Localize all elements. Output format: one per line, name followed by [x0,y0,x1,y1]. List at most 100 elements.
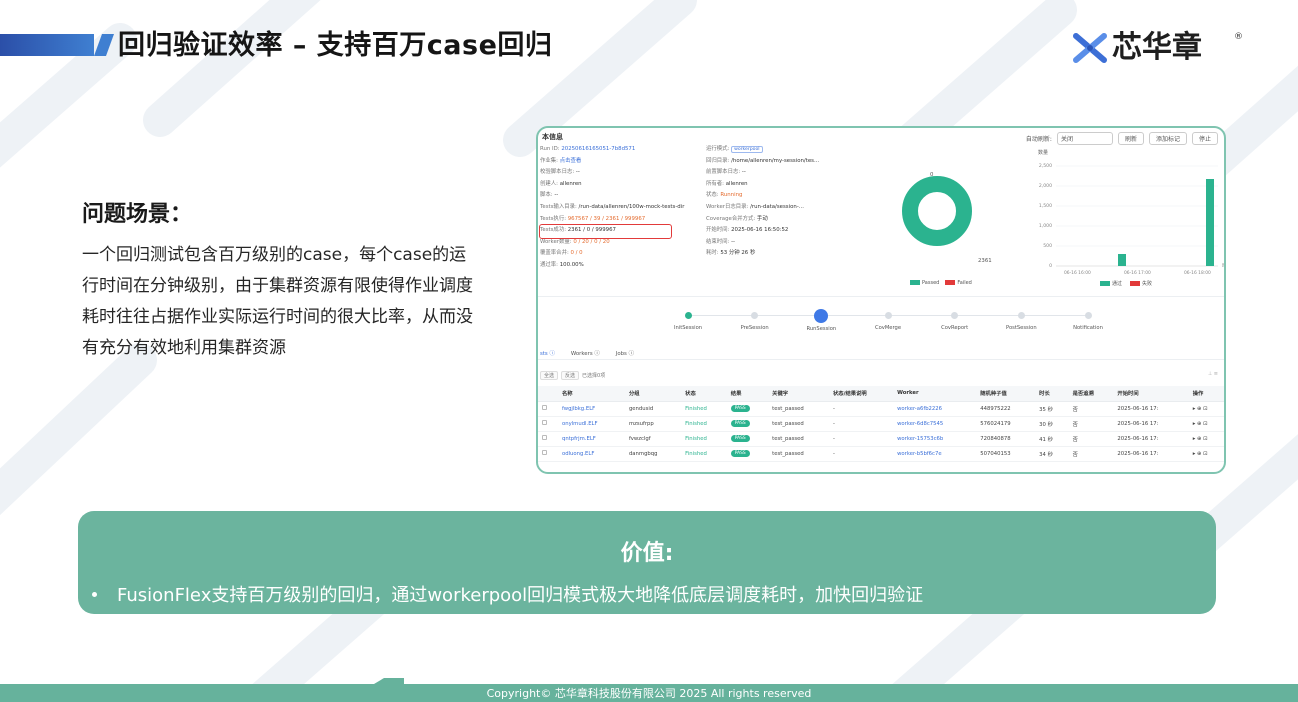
cell-ops[interactable]: ▸ ⊕ ⊡ [1188,446,1224,462]
tab-jobs[interactable]: Jobs ⓘ [616,349,634,357]
cell-name[interactable]: fwgjlbkg.ELF [557,401,625,417]
column-header[interactable]: Worker [893,386,977,402]
auto-refresh-select[interactable]: 关闭 [1056,132,1113,145]
run-info-value: 0 / 20 / 0 / 20 [573,238,610,245]
run-info-value[interactable]: 20250616165051-7b8d571 [561,146,635,152]
cell-worker[interactable]: worker-15753c6b [893,431,977,447]
column-header[interactable]: 状态 [681,386,727,402]
column-header[interactable]: 随机种子值 [976,386,1036,402]
tab-workers[interactable]: Workers ⓘ [571,349,600,357]
step-status-icon [814,309,829,323]
run-info-value: /run-data/allenren/100w-mock-tests-dir [578,203,685,210]
auto-refresh-label: 自动刷新: [1025,136,1052,143]
run-detail-key: 所有者: [706,180,726,187]
cell-worker[interactable]: worker-a6fb2226 [893,401,977,417]
cell-ops[interactable]: ▸ ⊕ ⊡ [1188,431,1224,447]
row-checkbox[interactable] [538,446,558,462]
row-checkbox[interactable] [538,401,558,417]
table-row[interactable]: qntpfrjm.ELF fvwzclgf Finished PASS test_pas… [538,431,1224,447]
column-header[interactable]: 操作 [1188,386,1224,402]
cell-dur: 34 秒 [1035,446,1069,462]
column-header[interactable]: 是否追溯 [1068,386,1114,402]
run-detail-key: Worker日志目录: [706,203,751,210]
step-label: InitSession [673,325,703,331]
column-header[interactable]: 结果 [726,386,769,402]
title-accent-slash [93,34,115,56]
cell-name[interactable]: onylmudl.ELF [557,416,625,432]
run-detail-key: 回归目录: [706,157,732,164]
run-detail-value: 53 分钟 26 秒 [720,250,756,257]
step-runsession[interactable]: RunSession [791,309,851,332]
step-notification[interactable]: Notification [1058,312,1118,331]
column-header[interactable]: 状态/结果说明 [828,386,894,402]
result-badge: PASS [730,435,750,442]
stop-button[interactable]: 停止 [1191,132,1218,145]
logo-mark-icon [1073,33,1107,63]
run-detail-value: /run-data/session-... [750,203,804,210]
step-initsession[interactable]: InitSession [658,312,718,331]
table-row[interactable]: fwgjlbkg.ELF gendusid Finished PASS test_pas… [538,401,1224,417]
bar-y-tick: 0 [1049,263,1052,269]
cell-desc: - [828,401,894,417]
select-all-button[interactable]: 全选 [540,371,559,380]
run-detail-key: 状态: [706,192,721,199]
column-header[interactable]: 名称 [557,386,625,402]
cell-ops[interactable]: ▸ ⊕ ⊡ [1188,416,1224,432]
run-info-row: 通过率: 100.00% [540,260,684,272]
table-row[interactable]: odluong.ELF danmgbqg Finished PASS test_pass… [538,446,1224,462]
table-row[interactable]: onylmudl.ELF mzsufrpp Finished PASS test_pas… [538,416,1224,432]
cell-name[interactable]: odluong.ELF [557,446,625,462]
step-presession[interactable]: PreSession [725,312,785,331]
run-detail-row: 耗时: 53 分钟 26 秒 [706,248,819,260]
dashboard-section-title: 本信息 [542,133,563,141]
run-info-key: 创建人: [540,180,560,187]
bar-y-tick: 500 [1043,243,1052,249]
cell-worker[interactable]: worker-b5bf6c7e [893,446,977,462]
column-header[interactable]: 开始时间 [1113,386,1189,402]
row-checkbox[interactable] [538,431,558,447]
invert-selection-button[interactable]: 反选 [561,371,580,380]
cell-group: fvwzclgf [624,431,682,447]
cell-start: 2025-06-16 17: [1113,416,1189,432]
run-detail-value: Running [720,192,743,199]
logo-text: 芯华章 [1112,30,1202,65]
header-checkbox[interactable] [538,386,558,402]
column-header[interactable]: 关键字 [768,386,829,402]
result-badge: PASS [730,450,750,457]
run-detail-row: 结束时间: -- [706,237,819,249]
donut-label-failed: 0 [930,172,934,178]
run-info-middle-column: 运行模式: workerpool 回归目录: /home/allenren/my-… [706,144,819,260]
step-postsession[interactable]: PostSession [991,312,1051,331]
bar-legend: 通过 失败 [1100,280,1152,287]
cell-start: 2025-06-16 17: [1113,446,1189,462]
table-toolbar: 全选 反选 已选择0项 [540,371,605,380]
tests-highlight-box [539,224,672,239]
slide-header: 回归验证效率 – 支持百万case回归 [0,28,760,66]
column-header[interactable]: 分组 [624,386,682,402]
table-settings-icon[interactable]: ⊥ ≡ [1208,371,1218,377]
step-covmerge[interactable]: CovMerge [858,312,918,331]
value-title: 价值: [620,541,674,566]
tab-tests[interactable]: sts ⓘ [540,349,555,357]
run-detail-row: 状态: Running [706,190,819,202]
cell-desc: - [828,416,894,432]
cell-status: Finished [681,401,727,417]
add-tag-button[interactable]: 添加标记 [1148,132,1187,145]
run-info-key: Run ID: [540,146,562,152]
pass-fail-donut-chart [902,176,972,246]
run-info-row: 脚本: -- [540,190,684,202]
bar-x-tick: 06-16 16:00 [1064,270,1091,276]
column-header[interactable]: 时长 [1035,386,1069,402]
cell-worker[interactable]: worker-6d8c7545 [893,416,977,432]
cell-ops[interactable]: ▸ ⊕ ⊡ [1188,401,1224,417]
step-covreport[interactable]: CovReport [925,312,985,331]
session-steps: InitSession PreSession RunSession CovMerge C… [674,309,1103,344]
refresh-button[interactable]: 刷新 [1117,132,1144,145]
donut-legend: Passed Failed [910,280,972,286]
run-info-value: -- [554,192,559,199]
row-checkbox[interactable] [538,416,558,432]
legend-failed: Failed [945,280,972,286]
cell-result: PASS [726,416,769,432]
cell-name[interactable]: qntpfrjm.ELF [557,431,625,447]
run-info-value[interactable]: 点击查看 [560,158,582,164]
